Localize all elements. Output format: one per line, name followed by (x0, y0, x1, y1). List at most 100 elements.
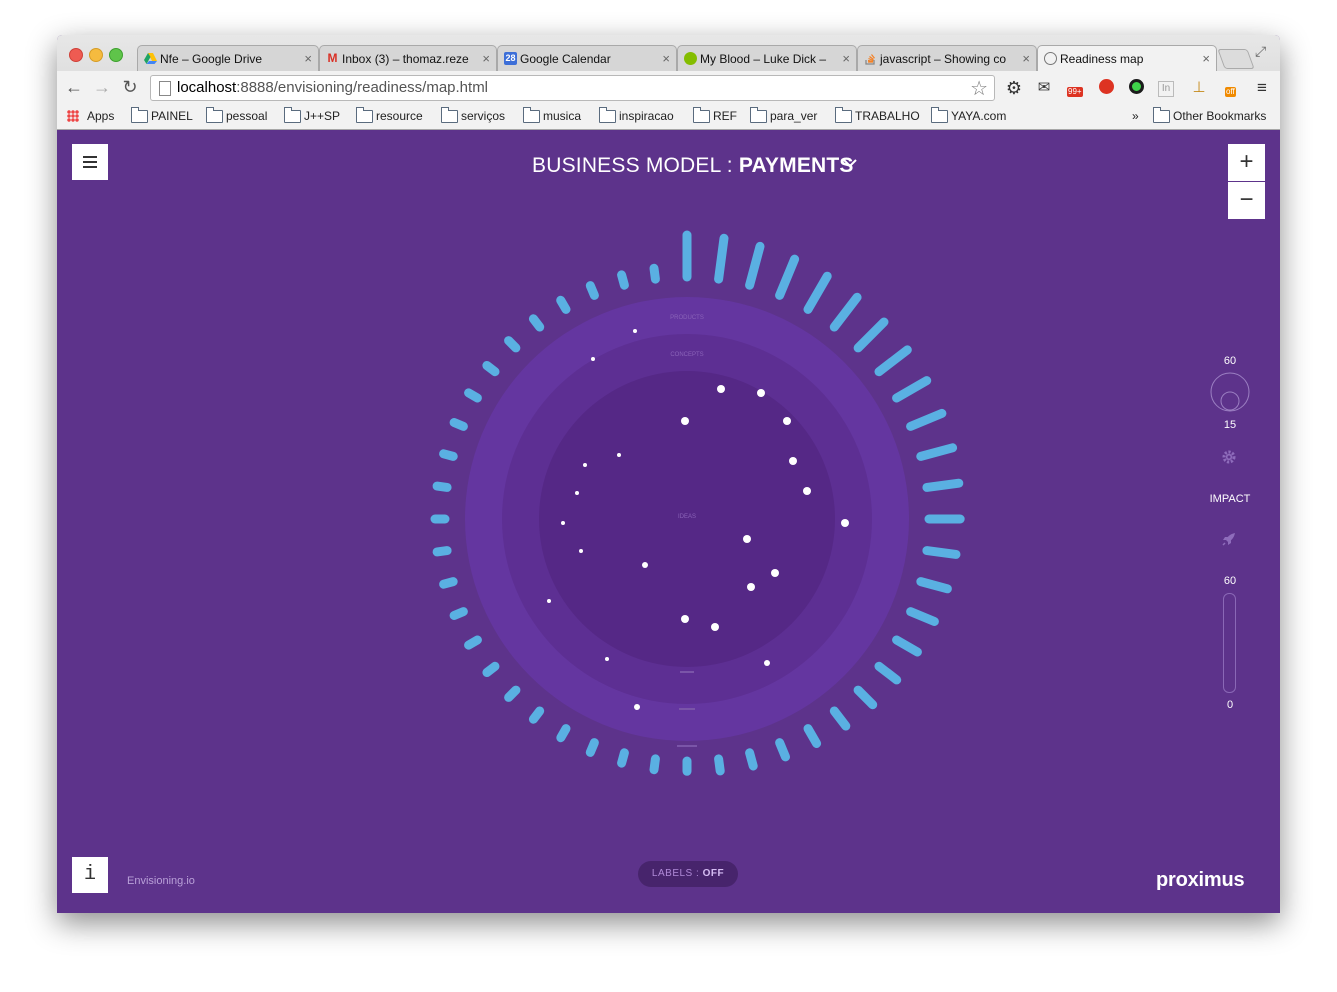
bookmark-folder[interactable]: serviços (441, 107, 506, 123)
bookmark-folder[interactable]: J++SP (284, 107, 340, 123)
close-window-button[interactable] (69, 48, 83, 62)
technology-dot[interactable] (605, 657, 609, 661)
fullscreen-icon[interactable]: ⤢ (1255, 43, 1266, 60)
tab-google-drive[interactable]: Nfe – Google Drive × (137, 45, 319, 71)
bookmark-folder[interactable]: TRABALHO (835, 107, 920, 123)
bookmark-folder[interactable]: YAYA.com (931, 107, 1006, 123)
tab-spotify[interactable]: My Blood – Luke Dick – × (677, 45, 857, 71)
bookmark-folder[interactable]: inspiracao (599, 107, 674, 123)
readiness-tick (617, 748, 629, 768)
zoom-out-button[interactable]: − (1228, 182, 1265, 219)
reload-icon[interactable]: ↻ (119, 77, 141, 98)
close-tab-icon[interactable]: × (482, 46, 490, 71)
technology-dot[interactable] (617, 453, 621, 457)
technology-dot[interactable] (789, 457, 797, 465)
ring-label-products: PRODUCTS (670, 315, 704, 321)
tab-gmail[interactable]: M Inbox (3) – thomaz.reze × (319, 45, 497, 71)
new-tab-button[interactable] (1217, 49, 1255, 69)
gear-icon[interactable] (1221, 449, 1237, 465)
technology-dot[interactable] (642, 562, 648, 568)
info-button[interactable]: i (72, 857, 108, 893)
technology-dot[interactable] (579, 549, 583, 553)
tab-readiness-map[interactable]: Readiness map × (1037, 45, 1217, 71)
technology-dot[interactable] (743, 535, 751, 543)
settings-extension-icon[interactable]: ⚙ (1005, 79, 1023, 97)
technology-dot[interactable] (771, 569, 779, 577)
technology-dot[interactable] (803, 487, 811, 495)
close-tab-icon[interactable]: × (1202, 46, 1210, 71)
tab-stackoverflow[interactable]: javascript – Showing co × (857, 45, 1037, 71)
readiness-tick (449, 607, 468, 620)
readiness-tick (775, 738, 790, 762)
readiness-map-app: BUSINESS MODEL : PAYMENTS + − PRODUCTS C… (57, 129, 1280, 913)
bookmark-label: resource (376, 109, 423, 123)
browser-chrome: Nfe – Google Drive × M Inbox (3) – thoma… (57, 35, 1280, 130)
technology-dot[interactable] (711, 623, 719, 631)
bookmark-folder[interactable]: musica (523, 107, 582, 123)
url-path: :8888/envisioning/readiness/map.html (236, 79, 489, 96)
close-tab-icon[interactable]: × (842, 46, 850, 71)
mail-extension-icon[interactable]: ✉ (1035, 79, 1053, 97)
readiness-tick (714, 754, 725, 776)
technology-dot[interactable] (747, 583, 755, 591)
readiness-tick (853, 317, 889, 353)
notify-extension-icon[interactable]: 99+ (1065, 79, 1083, 97)
more-bookmarks-button[interactable]: » (1132, 109, 1139, 123)
technology-dot[interactable] (681, 417, 689, 425)
address-bar[interactable]: localhost:8888/envisioning/readiness/map… (150, 75, 995, 101)
bookmark-label: serviços (461, 109, 506, 123)
tab-google-calendar[interactable]: 28 Google Calendar × (497, 45, 677, 71)
technology-dot[interactable] (783, 417, 791, 425)
other-bookmarks[interactable]: Other Bookmarks (1153, 107, 1266, 123)
rocket-icon[interactable] (1221, 531, 1237, 547)
page-title[interactable]: BUSINESS MODEL : PAYMENTS (532, 154, 854, 178)
tab-strip: Nfe – Google Drive × M Inbox (3) – thoma… (57, 35, 1280, 71)
block-extension-icon[interactable] (1097, 79, 1115, 97)
technology-dot[interactable] (561, 521, 565, 525)
green-extension-icon[interactable] (1127, 79, 1145, 97)
technology-dot[interactable] (634, 704, 640, 710)
technology-dot[interactable] (583, 463, 587, 467)
technology-dot[interactable] (841, 519, 849, 527)
technology-dot[interactable] (547, 599, 551, 603)
bookmark-apps[interactable]: Apps (67, 109, 114, 123)
radius-slider[interactable] (1209, 371, 1251, 413)
calendar-icon: 28 (504, 52, 517, 65)
zoom-in-button[interactable]: + (1228, 144, 1265, 181)
back-icon[interactable]: ← (63, 77, 85, 98)
labels-state: OFF (702, 868, 725, 879)
forward-icon[interactable]: → (91, 77, 113, 98)
browser-menu-icon[interactable]: ≡ (1253, 79, 1271, 97)
readiness-tick (892, 376, 932, 403)
globe-icon (1044, 52, 1057, 65)
labels-toggle-button[interactable]: LABELS : OFF (638, 861, 738, 887)
bookmark-folder[interactable]: PAINEL (131, 107, 193, 123)
chevron-down-icon[interactable] (842, 155, 858, 171)
close-tab-icon[interactable]: × (662, 46, 670, 71)
radius-slider-handle[interactable] (1220, 391, 1240, 411)
technology-dot[interactable] (717, 385, 725, 393)
technology-dot[interactable] (757, 389, 765, 397)
bookmark-label: musica (543, 109, 582, 123)
close-tab-icon[interactable]: × (304, 46, 312, 71)
linkedin-extension-icon[interactable]: In (1158, 81, 1174, 97)
technology-dot[interactable] (681, 615, 689, 623)
technology-dot[interactable] (633, 329, 637, 333)
sign-extension-icon[interactable]: ⊥ (1190, 79, 1208, 97)
bookmark-folder[interactable]: resource (356, 107, 423, 123)
off-extension-icon[interactable]: off (1222, 79, 1240, 97)
minimize-window-button[interactable] (89, 48, 103, 62)
bookmark-folder[interactable]: para_ver (750, 107, 817, 123)
close-tab-icon[interactable]: × (1022, 46, 1030, 71)
bookmark-star-icon[interactable]: ☆ (970, 76, 988, 101)
bookmark-folder[interactable]: pessoal (206, 107, 267, 123)
technology-dot[interactable] (575, 491, 579, 495)
hamburger-menu-button[interactable] (72, 144, 108, 180)
tab-title: Nfe – Google Drive (160, 52, 263, 66)
envisioning-link[interactable]: Envisioning.io (127, 875, 195, 887)
bookmark-folder[interactable]: REF (693, 107, 737, 123)
technology-dot[interactable] (591, 357, 595, 361)
impact-slider[interactable] (1223, 593, 1236, 693)
technology-dot[interactable] (764, 660, 770, 666)
zoom-window-button[interactable] (109, 48, 123, 62)
